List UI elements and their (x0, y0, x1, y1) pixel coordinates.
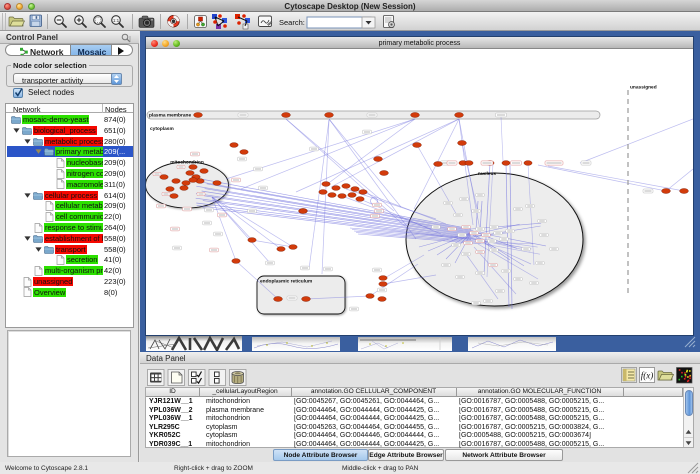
svg-text:cytoplasm: cytoplasm (150, 126, 174, 132)
svg-text:nucleus: nucleus (478, 171, 496, 177)
svg-text:plasma membrane: plasma membrane (149, 113, 191, 119)
svg-text:Search:: Search: (279, 18, 305, 27)
svg-text:endoplasmic reticulum: endoplasmic reticulum (260, 279, 312, 285)
svg-text:f(x): f(x) (641, 371, 654, 381)
svg-text:unassigned: unassigned (630, 85, 657, 91)
svg-text:mitochondrion: mitochondrion (170, 160, 204, 166)
svg-text:1:1: 1:1 (113, 18, 120, 23)
